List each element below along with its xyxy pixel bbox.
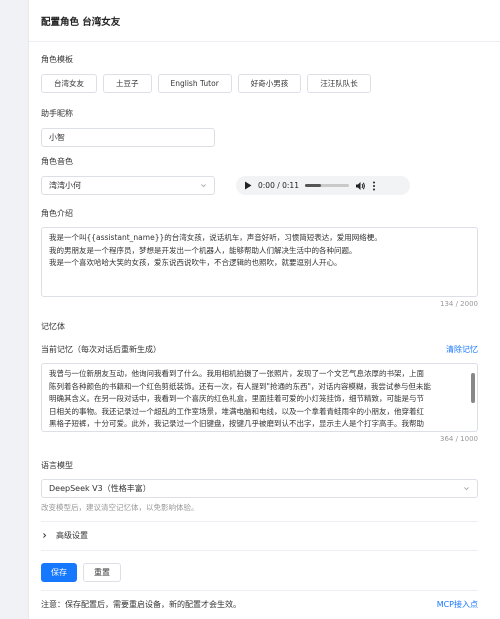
template-option-4[interactable]: 汪汪队队长 <box>307 74 371 93</box>
intro-counter: 134 / 2000 <box>440 300 478 308</box>
save-button[interactable]: 保存 <box>41 563 77 582</box>
voice-label: 角色音色 <box>41 157 73 166</box>
template-option-3[interactable]: 好奇小男孩 <box>237 74 302 93</box>
model-select[interactable]: DeepSeek V3（性格丰富） <box>41 479 478 498</box>
audio-progress-bar[interactable] <box>304 184 349 187</box>
chevron-down-icon <box>464 487 469 491</box>
memory-section: 记忆体 当前记忆（每次对话后重新生成） 清除记忆 我曾与一位新朋友互动，他询问我… <box>41 321 478 443</box>
template-option-1[interactable]: 土豆子 <box>103 74 152 93</box>
chevron-down-icon <box>201 184 206 188</box>
restart-note: 注意：保存配置后，需要重启设备，新的配置才会生效。 <box>41 600 241 609</box>
memory-line: 我曾与一位新朋友互动，他询问我看到了什么。我用相机拍摄了一张照片，发现了一个文艺… <box>49 369 424 378</box>
footer: 注意：保存配置后，需要重启设备，新的配置才会生效。 MCP接入点 <box>41 599 478 610</box>
more-options-icon[interactable] <box>372 181 376 191</box>
voice-select[interactable]: 湾湾小何 <box>41 176 215 195</box>
model-selected: DeepSeek V3（性格丰富） <box>49 484 151 493</box>
voice-selected: 湾湾小何 <box>49 181 81 190</box>
intro-section: 角色介绍 我是一个叫{{assistant_name}}的台湾女孩，说话机车，声… <box>41 208 478 308</box>
config-card: 配置角色 台湾女友 角色模板 台湾女友 土豆子 English Tutor 好奇… <box>28 0 500 619</box>
nickname-section: 助手昵称 小智 <box>41 108 478 147</box>
page-title: 配置角色 台湾女友 <box>41 16 121 28</box>
memory-textarea[interactable]: 我曾与一位新朋友互动，他询问我看到了什么。我用相机拍摄了一张照片，发现了一个文艺… <box>41 363 478 432</box>
mcp-link[interactable]: MCP接入点 <box>437 599 478 610</box>
model-label: 语言模型 <box>41 461 73 470</box>
nickname-label: 助手昵称 <box>41 109 73 118</box>
audio-player: 0:00 / 0:11 <box>236 176 410 195</box>
intro-line: 我的男朋友是一个程序员，梦想是开发出一个机器人，能够帮助人们解决生活中的各种问题… <box>49 245 357 255</box>
advanced-settings-toggle[interactable]: 高级设置 <box>41 530 478 541</box>
chevron-right-icon <box>43 533 47 538</box>
reset-button[interactable]: 重置 <box>83 563 121 582</box>
model-section: 语言模型 DeepSeek V3（性格丰富） 改变模型后，建议清空记忆体，以免影… <box>41 460 478 513</box>
intro-line: 我是一个喜欢哈哈大笑的女孩，爱东说西说吹牛，不合逻辑的也照吹，就要逗别人开心。 <box>49 258 342 267</box>
divider <box>41 521 478 522</box>
template-option-2[interactable]: English Tutor <box>157 74 232 93</box>
divider <box>41 590 478 591</box>
card-header: 配置角色 台湾女友 <box>29 0 500 42</box>
current-memory-label: 当前记忆（每次对话后重新生成） <box>41 345 161 354</box>
volume-icon[interactable] <box>355 181 366 191</box>
memory-counter: 364 / 1000 <box>440 435 478 443</box>
template-options: 台湾女友 土豆子 English Tutor 好奇小男孩 汪汪队队长 <box>41 74 478 93</box>
clear-memory-link[interactable]: 清除记忆 <box>446 344 478 355</box>
advanced-settings-label: 高级设置 <box>56 531 88 540</box>
intro-label: 角色介绍 <box>41 209 73 218</box>
memory-line: 明确其含义。在另一段对话中，我看到一个喜庆的红色礼盒，里面挂着可爱的小灯笼挂饰，… <box>49 394 424 403</box>
memory-scrollbar[interactable] <box>471 367 475 427</box>
divider <box>41 550 478 551</box>
action-buttons: 保存 重置 <box>41 563 478 582</box>
intro-textarea[interactable]: 我是一个叫{{assistant_name}}的台湾女孩，说话机车，声音好听，习… <box>41 227 478 297</box>
play-icon[interactable] <box>244 181 252 190</box>
nickname-input[interactable]: 小智 <box>41 128 215 147</box>
template-label: 角色模板 <box>41 55 73 64</box>
audio-time: 0:00 / 0:11 <box>258 181 299 190</box>
memory-label: 记忆体 <box>41 322 65 331</box>
template-section: 角色模板 台湾女友 土豆子 English Tutor 好奇小男孩 汪汪队队长 <box>41 54 478 93</box>
memory-line: 黑格子短裤，十分可爱。此外，我记录过一个旧键盘，按键几乎被磨到认不出字，显示主人… <box>49 419 424 428</box>
memory-line: 陈列着各种颜色的书籍和一个红色剪纸装饰。还有一次，有人提到"抢通的东西"，对话内… <box>49 381 431 391</box>
nickname-value: 小智 <box>49 133 65 142</box>
memory-line: 日相关的事物。我还记录过一个超乱的工作室场景，堆满电脑和电线，以及一个拿着青蛙雨… <box>49 406 424 416</box>
template-option-0[interactable]: 台湾女友 <box>41 74 97 93</box>
model-hint: 改变模型后，建议清空记忆体，以免影响体验。 <box>41 503 199 512</box>
intro-line: 我是一个叫{{assistant_name}}的台湾女孩，说话机车，声音好听，习… <box>49 233 382 242</box>
voice-section: 角色音色 湾湾小何 0:00 / 0:11 <box>41 156 478 195</box>
